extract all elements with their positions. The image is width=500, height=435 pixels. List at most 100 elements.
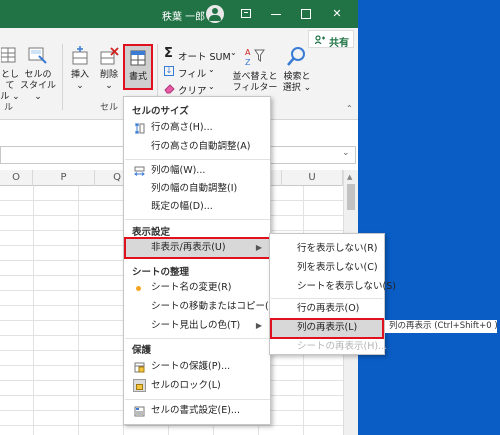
submenu-arrow-icon: ▶ [255, 321, 262, 330]
format-button[interactable]: 書式 [123, 44, 153, 90]
cell-styles-icon [28, 47, 47, 64]
avatar[interactable] [206, 5, 224, 23]
column-header-O[interactable]: O [0, 170, 33, 186]
submenu-arrow-icon: ▶ [255, 243, 262, 252]
insert-cells-icon [72, 46, 88, 65]
protect-sheet-label: シートの保護(P)... [151, 361, 231, 372]
sort-filter-icon: AZ [245, 48, 265, 67]
autofit-column-width-item[interactable]: 列の幅の自動調整(I) [125, 180, 270, 198]
rename-sheet-label: シート名の変更(R) [151, 282, 232, 293]
row-height-icon [135, 123, 145, 134]
minimize-icon [271, 14, 281, 15]
unhide-rows-label: 行の再表示(O) [297, 303, 360, 314]
find-select-button[interactable]: 検索と 選択 ⌄ [278, 46, 316, 94]
close-icon: ✕ [332, 7, 342, 20]
format-cells-icon [130, 50, 146, 66]
column-width-label: 列の幅(W)... [151, 165, 206, 176]
unhide-columns-item[interactable]: 列の再表示(L) [270, 318, 384, 339]
tab-color-label: シート見出しの色(T) [151, 320, 241, 331]
shortcut-tooltip: 列の再表示 (Ctrl+Shift+0 ) [385, 320, 497, 333]
default-width-item[interactable]: 既定の幅(D)... [125, 198, 270, 216]
minimize-button[interactable] [266, 4, 286, 24]
column-header-U[interactable]: U [282, 170, 343, 186]
menu-separator [125, 219, 270, 220]
move-copy-sheet-item[interactable]: シートの移動またはコピー(M)... [125, 298, 290, 316]
organize-sheets-section-header: シートの整理 [132, 267, 190, 278]
fill-down-icon: ↓ [164, 66, 174, 76]
fill-button[interactable]: ↓ フィル ⌄ [164, 65, 220, 80]
format-cells-item[interactable]: セルの書式設定(E)... [125, 402, 270, 420]
autofit-row-height-label: 行の高さの自動調整(A) [151, 141, 251, 152]
column-width-icon [134, 166, 145, 176]
column-width-item[interactable]: 列の幅(W)... [125, 162, 270, 180]
ribbon-display-icon [241, 9, 251, 18]
insert-button[interactable]: 挿入 ⌄ [66, 46, 94, 92]
cell-styles-label-2: スタイル ⌄ [19, 81, 56, 102]
hide-columns-item[interactable]: 列を表示しない(C) [271, 259, 383, 277]
row-height-item[interactable]: 行の高さ(H)... [125, 119, 270, 137]
ribbon-display-options-button[interactable] [236, 4, 256, 24]
close-button[interactable]: ✕ [327, 4, 347, 24]
menu-separator [125, 338, 270, 339]
maximize-button[interactable] [296, 4, 316, 24]
column-header-P[interactable]: P [33, 170, 95, 186]
magnifier-icon [287, 47, 305, 66]
hide-unhide-label: 非表示/再表示(U) [151, 242, 226, 253]
lock-cell-item[interactable]: セルのロック(L) [125, 376, 270, 396]
format-cells-dialog-icon [134, 406, 145, 417]
protection-section-header: 保護 [132, 345, 152, 356]
delete-label: 削除 [99, 70, 118, 80]
svg-text:A: A [245, 48, 251, 57]
find-select-label-2: 選択 ⌄ [282, 83, 312, 93]
clear-button[interactable]: クリア ⌄ [164, 82, 220, 97]
fill-label: フィル [178, 69, 207, 80]
unhide-rows-item[interactable]: 行の再表示(O) [271, 300, 383, 318]
tab-color-item[interactable]: シート見出しの色(T) ▶ [125, 317, 270, 335]
hide-sheet-label: シートを表示しない(S) [297, 281, 396, 292]
find-select-label-1: 検索と [283, 72, 311, 82]
insert-label: 挿入 [70, 70, 89, 80]
format-dropdown-menu: セルのサイズ 行の高さ(H)... 行の高さの自動調整(A) 列の幅(W)...… [123, 96, 290, 425]
format-cells-label: セルの書式設定(E)... [151, 405, 240, 416]
lock-icon [133, 379, 146, 392]
unhide-sheet-item: シートの再表示(H)... [271, 338, 387, 356]
cell-styles-label-1: セルの [24, 70, 52, 80]
rename-sheet-item[interactable]: シート名の変更(R) [125, 279, 270, 297]
fill-dropdown-caret: ⌄ [208, 65, 215, 74]
collapse-ribbon-icon[interactable]: ⌃ [346, 104, 353, 113]
visibility-section-header: 表示設定 [132, 227, 171, 238]
svg-text:Z: Z [245, 58, 251, 67]
unhide-columns-label: 列の再表示(L) [297, 322, 358, 333]
hide-unhide-item[interactable]: 非表示/再表示(U) ▶ [124, 237, 271, 259]
scroll-up-icon[interactable]: ▲ [347, 173, 352, 181]
delete-cells-icon [100, 47, 119, 65]
unhide-sheet-label: シートの再表示(H)... [297, 341, 388, 352]
clear-label: クリア [178, 86, 207, 97]
delete-dropdown-caret: ⌄ [105, 81, 113, 91]
hide-sheet-item[interactable]: シートを表示しない(S) [271, 278, 396, 296]
sort-filter-label-1: 並べ替えと [232, 72, 278, 82]
table-format-icon [0, 47, 16, 63]
protect-sheet-icon [134, 362, 145, 373]
scrollbar-thumb[interactable] [347, 184, 355, 210]
autofit-row-height-item[interactable]: 行の高さの自動調整(A) [125, 138, 270, 156]
autosum-button[interactable]: Σ オート SUM ⌄ [164, 46, 242, 63]
menu-separator [125, 399, 270, 400]
clear-dropdown-caret: ⌄ [208, 82, 215, 91]
format-as-table-button[interactable]: として ル ⌄ [0, 46, 20, 103]
hide-unhide-submenu: 行を表示しない(R) 列を表示しない(C) シートを表示しない(S) 行の再表示… [269, 233, 396, 356]
share-icon [315, 35, 325, 44]
cell-styles-button[interactable]: セルの スタイル ⌄ [18, 46, 58, 103]
hide-columns-label: 列を表示しない(C) [297, 262, 378, 273]
group-separator [62, 44, 63, 110]
expand-formula-bar-icon[interactable]: ⌄ [342, 148, 350, 158]
protect-sheet-item[interactable]: シートの保護(P)... [125, 358, 270, 376]
hide-rows-item[interactable]: 行を表示しない(R) [271, 240, 383, 258]
bullet-icon [136, 286, 141, 291]
eraser-icon [164, 84, 175, 94]
lock-cell-label: セルのロック(L) [151, 380, 221, 391]
insert-dropdown-caret: ⌄ [76, 81, 84, 91]
delete-button[interactable]: 削除 ⌄ [95, 46, 123, 92]
styles-group-label: ル [4, 103, 14, 113]
share-label: 共有 [329, 38, 349, 49]
